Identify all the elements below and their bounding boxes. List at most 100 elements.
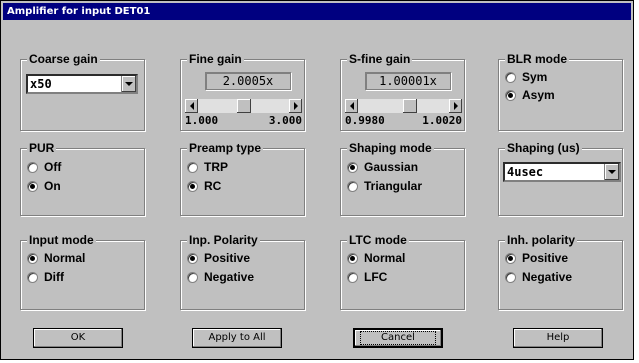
- radio-label: Sym: [522, 70, 548, 84]
- ltc-mode-group: LTC mode Normal LFC: [340, 233, 465, 310]
- radio-button[interactable]: [27, 180, 38, 192]
- radio-button[interactable]: [27, 252, 38, 264]
- coarse-gain-dropdown-button[interactable]: [121, 76, 136, 92]
- inh-polarity-label: Inh. polarity: [505, 233, 578, 247]
- radio-button[interactable]: [505, 71, 516, 83]
- blr-mode-group: BLR mode Sym Asym: [498, 52, 623, 131]
- radio-label: Off: [44, 160, 62, 174]
- radio-option-trp[interactable]: TRP: [187, 159, 228, 175]
- radio-label: Positive: [204, 251, 251, 265]
- radio-option-lfc[interactable]: LFC: [347, 269, 387, 285]
- inp-polarity-group: Inp. Polarity Positive Negative: [180, 233, 305, 310]
- fine-gain-label: Fine gain: [187, 52, 244, 66]
- ltc-mode-label: LTC mode: [347, 233, 409, 247]
- coarse-gain-select[interactable]: x50: [26, 74, 138, 94]
- cancel-button[interactable]: Cancel: [353, 328, 443, 348]
- coarse-gain-value: x50: [30, 77, 52, 91]
- ok-button[interactable]: OK: [33, 328, 123, 348]
- radio-label: Negative: [522, 270, 573, 284]
- shaping-us-dropdown-button[interactable]: [604, 164, 619, 180]
- radio-option-negative[interactable]: Negative: [505, 269, 572, 285]
- radio-button[interactable]: [187, 252, 198, 264]
- radio-button[interactable]: [505, 252, 516, 264]
- fine-gain-min: 1.000: [185, 114, 219, 127]
- coarse-gain-group: Coarse gain x50: [20, 52, 145, 131]
- radio-label: Normal: [44, 251, 86, 265]
- preamp-type-group: Preamp type TRP RC: [180, 141, 305, 216]
- radio-option-normal[interactable]: Normal: [27, 250, 85, 266]
- radio-button[interactable]: [505, 89, 516, 101]
- sfine-gain-thumb[interactable]: [403, 99, 417, 113]
- chevron-down-icon: [608, 170, 616, 174]
- radio-option-triangular[interactable]: Triangular: [347, 178, 422, 194]
- amplifier-dialog: Amplifier for input DET01 Coarse gain x5…: [0, 0, 634, 360]
- input-mode-group: Input mode Normal Diff: [20, 233, 145, 310]
- pur-label: PUR: [27, 141, 57, 155]
- radio-label: RC: [204, 179, 222, 193]
- radio-label: On: [44, 179, 61, 193]
- sfine-gain-slider[interactable]: [345, 99, 462, 113]
- radio-button[interactable]: [347, 252, 358, 264]
- preamp-type-label: Preamp type: [187, 141, 264, 155]
- cancel-label: Cancel: [360, 331, 436, 345]
- radio-option-gaussian[interactable]: Gaussian: [347, 159, 418, 175]
- title-bar: Amplifier for input DET01: [3, 3, 631, 20]
- fine-gain-max: 3.000: [268, 114, 302, 127]
- radio-button[interactable]: [27, 161, 38, 173]
- pur-group: PUR Off On: [20, 141, 145, 216]
- radio-button[interactable]: [347, 180, 358, 192]
- chevron-down-icon: [125, 82, 133, 86]
- shaping-us-value: 4usec: [507, 165, 544, 179]
- shaping-mode-label: Shaping mode: [347, 141, 434, 155]
- scroll-left-button[interactable]: [345, 99, 358, 113]
- radio-label: Normal: [364, 251, 406, 265]
- scroll-right-icon: [453, 102, 458, 110]
- radio-button[interactable]: [187, 271, 198, 283]
- apply-to-all-button[interactable]: Apply to All: [192, 328, 282, 348]
- radio-button[interactable]: [27, 271, 38, 283]
- radio-label: Diff: [44, 270, 64, 284]
- radio-option-rc[interactable]: RC: [187, 178, 221, 194]
- scroll-right-button[interactable]: [449, 99, 462, 113]
- radio-option-on[interactable]: On: [27, 178, 61, 194]
- radio-button[interactable]: [347, 271, 358, 283]
- sfine-gain-max: 1.0020: [422, 114, 462, 127]
- fine-gain-thumb[interactable]: [237, 99, 251, 113]
- sfine-gain-group: S-fine gain 1.00001x 0.9980 1.0020: [340, 52, 465, 131]
- blr-mode-label: BLR mode: [505, 52, 569, 66]
- radio-button[interactable]: [505, 271, 516, 283]
- shaping-mode-group: Shaping mode Gaussian Triangular: [340, 141, 465, 216]
- fine-gain-value: 2.0005x: [205, 72, 291, 90]
- sfine-gain-value: 1.00001x: [365, 72, 451, 90]
- fine-gain-slider[interactable]: [185, 99, 302, 113]
- fine-gain-group: Fine gain 2.0005x 1.000 3.000: [180, 52, 305, 131]
- scroll-left-icon: [189, 102, 194, 110]
- shaping-us-select[interactable]: 4usec: [503, 162, 621, 182]
- input-mode-label: Input mode: [27, 233, 96, 247]
- radio-label: Negative: [204, 270, 255, 284]
- radio-option-positive[interactable]: Positive: [187, 250, 250, 266]
- radio-option-normal[interactable]: Normal: [347, 250, 405, 266]
- radio-label: Asym: [522, 88, 555, 102]
- inh-polarity-group: Inh. polarity Positive Negative: [498, 233, 623, 310]
- radio-label: Positive: [522, 251, 569, 265]
- radio-button[interactable]: [347, 161, 358, 173]
- scroll-right-icon: [293, 102, 298, 110]
- shaping-us-label: Shaping (us): [505, 141, 582, 155]
- scroll-left-icon: [349, 102, 354, 110]
- inp-polarity-label: Inp. Polarity: [187, 233, 260, 247]
- radio-option-off[interactable]: Off: [27, 159, 61, 175]
- radio-option-positive[interactable]: Positive: [505, 250, 568, 266]
- radio-option-sym[interactable]: Sym: [505, 69, 547, 85]
- radio-label: LFC: [364, 270, 388, 284]
- radio-button[interactable]: [187, 161, 198, 173]
- help-button[interactable]: Help: [513, 328, 603, 348]
- radio-option-asym[interactable]: Asym: [505, 87, 555, 103]
- scroll-right-button[interactable]: [289, 99, 302, 113]
- radio-button[interactable]: [187, 180, 198, 192]
- radio-label: TRP: [204, 160, 228, 174]
- sfine-gain-label: S-fine gain: [347, 52, 413, 66]
- radio-option-diff[interactable]: Diff: [27, 269, 64, 285]
- radio-option-negative[interactable]: Negative: [187, 269, 254, 285]
- scroll-left-button[interactable]: [185, 99, 198, 113]
